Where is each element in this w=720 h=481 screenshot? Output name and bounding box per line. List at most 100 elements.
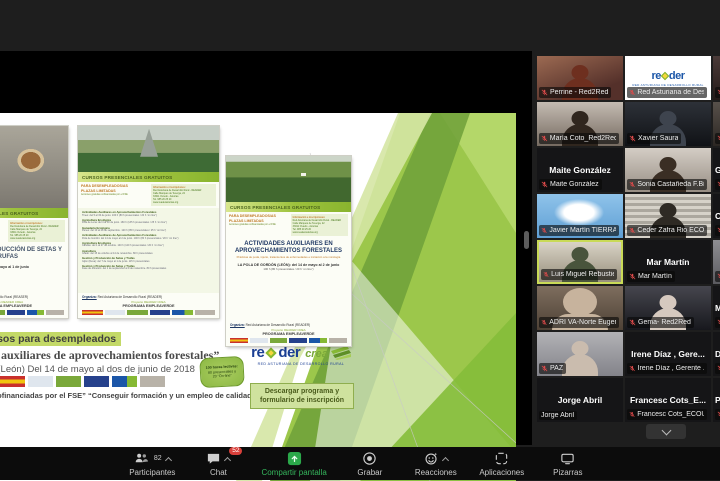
participant-name-label: Cr xyxy=(715,225,720,236)
toolbar-apps-button[interactable]: Aplicaciones xyxy=(479,451,525,477)
logos-row xyxy=(0,376,165,387)
muted-mic-icon xyxy=(629,180,635,189)
partner-logo xyxy=(0,310,5,315)
partner-logo xyxy=(28,376,53,387)
muted-mic-icon xyxy=(541,134,548,143)
course-date-line: La Pola de Gordón (León) Del 14 de mayo … xyxy=(0,364,195,375)
chevron-up-icon[interactable] xyxy=(442,456,449,463)
partner-logo xyxy=(195,310,216,315)
toolbar-reactions-button[interactable]: Reacciones xyxy=(413,451,459,477)
partner-logo xyxy=(309,338,327,343)
muted-mic-icon xyxy=(541,364,548,373)
participant-tile[interactable]: Di xyxy=(713,240,720,284)
record-icon xyxy=(362,451,377,466)
participant-tile[interactable]: Jorge AbrilJorge Abril xyxy=(537,378,623,422)
participant-name-label: Ra xyxy=(715,87,720,98)
people-icon xyxy=(134,451,149,466)
toolbar-share-button[interactable]: Compartir pantalla xyxy=(261,451,326,477)
participant-tile[interactable]: Mar MartínMar Martín xyxy=(625,240,711,284)
participant-name-label: Xavier Saura xyxy=(627,133,681,144)
partner-logo xyxy=(46,310,64,315)
person-silhouette xyxy=(562,354,598,376)
muted-mic-icon xyxy=(541,226,547,235)
toolbar-whiteboard-button[interactable]: Pizarras xyxy=(545,451,591,477)
emoji-icon xyxy=(424,451,439,466)
participant-name-label: MI xyxy=(715,317,720,328)
participant-name: María Coto_Red2Red xyxy=(550,135,616,142)
toolbar-participants-button[interactable]: 82Participantes xyxy=(129,451,175,477)
participant-tile[interactable]: rederRed Asturiana de Desarrollo RuralRe… xyxy=(625,56,711,100)
participant-name-label: Perrine - Red2Red xyxy=(539,87,611,98)
chat-icon xyxy=(206,451,221,466)
participant-tile[interactable]: Javier Martín TIERRA... xyxy=(537,194,623,238)
participant-tile[interactable]: Francesc Cots_E...Francesc Cots_ECOU... xyxy=(625,378,711,422)
participant-name: Red Asturiana de Des... xyxy=(637,89,704,96)
participant-name: Francesc Cots_ECOU... xyxy=(637,411,704,418)
participant-tile[interactable]: PaPa xyxy=(713,378,720,422)
participant-tile[interactable]: Ma xyxy=(713,102,720,146)
fse-quote-line: “Acciones gratuitas cofinanciadas por el… xyxy=(0,391,256,400)
poster-header: CURSOS PRESENCIALES GRATUITOS xyxy=(78,172,219,182)
toolbar-label: Chat xyxy=(210,468,227,477)
partner-logo xyxy=(172,310,193,315)
muted-mic-icon xyxy=(629,410,635,419)
participant-tile[interactable]: DADA xyxy=(713,332,720,376)
muted-mic-icon xyxy=(541,88,548,97)
panel-resize-handle[interactable] xyxy=(524,231,529,249)
partner-logo xyxy=(250,338,268,343)
partner-logo xyxy=(7,310,25,315)
participant-tile[interactable]: Ra xyxy=(713,56,720,100)
forest-photo xyxy=(226,156,351,202)
participant-name-label: Javier Martín TIERRA... xyxy=(539,225,619,236)
participant-name-label: Sonia Castañeda F.Bi... xyxy=(627,179,707,190)
poster-header: CURSOS PRESENCIALES GRATUITOS xyxy=(226,202,351,212)
reader-logo-subtitle: Red Asturiana de Desarrollo Rural xyxy=(248,362,354,366)
participant-name-label: Mar Martín xyxy=(627,271,675,282)
partner-logo xyxy=(289,338,307,343)
participant-tile[interactable]: Maite GonzálezMaite González xyxy=(537,148,623,192)
participant-tile[interactable]: Ceder Zafra Rio ECO... xyxy=(625,194,711,238)
participant-tile[interactable]: Irene Díaz , Gere...Irene Díaz , Gerente… xyxy=(625,332,711,376)
poster-course-title: ACTIVIDADES AUXILIARES EN APROVECHAMIENT… xyxy=(226,238,351,256)
muted-mic-icon xyxy=(543,270,549,279)
muted-mic-icon xyxy=(629,318,636,327)
partner-logo xyxy=(112,376,137,387)
hours-badge: 100 horas lectivas: 80 presenciales y 20… xyxy=(199,356,245,388)
chevron-up-icon[interactable] xyxy=(165,456,172,463)
cloud-video-image xyxy=(554,199,604,225)
participant-name-label: María Coto_Red2Red xyxy=(539,133,619,144)
participant-tile[interactable]: PAZ xyxy=(537,332,623,376)
participant-tile[interactable]: Luis Miguel Rebustiello xyxy=(537,240,623,284)
muted-mic-icon xyxy=(629,88,635,97)
participant-tile[interactable]: Gema- Red2Red xyxy=(625,286,711,330)
participant-name: Jorge Abril xyxy=(541,412,574,419)
toolbar-record-button[interactable]: Grabar xyxy=(347,451,393,477)
participants-count: 82 xyxy=(154,455,162,462)
gallery-scroll-down-button[interactable] xyxy=(646,424,686,439)
partner-logo xyxy=(230,338,248,343)
partner-logo xyxy=(150,310,171,315)
participant-name-label: Ma xyxy=(715,133,720,144)
poster-course-title: GESTIÓN Y PRODUCCIÓN DE SETAS Y TRUFAS xyxy=(0,244,68,262)
participant-tile[interactable]: MIMI xyxy=(713,286,720,330)
chevron-up-icon[interactable] xyxy=(224,456,231,463)
participant-name-label: ADRI VA-Norte Eugen... xyxy=(539,317,619,328)
muted-mic-icon xyxy=(629,226,635,235)
participant-tile[interactable]: Perrine - Red2Red xyxy=(537,56,623,100)
crea-script-text: crea xyxy=(305,348,328,360)
reader-diamond-icon xyxy=(266,347,277,358)
participant-tile[interactable]: Xavier Saura xyxy=(625,102,711,146)
participant-tile[interactable]: CrisCr xyxy=(713,194,720,238)
participant-tile[interactable]: GERGE xyxy=(713,148,720,192)
share-icon xyxy=(287,451,302,466)
participant-name-label: Ceder Zafra Rio ECO... xyxy=(627,225,707,236)
participant-name-label: Irene Díaz , Gerente ... xyxy=(627,363,707,374)
participant-tile[interactable]: Sonia Castañeda F.Bi... xyxy=(625,148,711,192)
course-poster: CURSOS PRESENCIALES GRATUITOSPARA DESEMP… xyxy=(226,156,351,346)
muted-mic-icon xyxy=(541,180,548,189)
participant-tile[interactable]: María Coto_Red2Red xyxy=(537,102,623,146)
toolbar-chat-button[interactable]: 52Chat xyxy=(195,451,241,477)
participant-name-label: DA xyxy=(715,363,720,374)
participant-tile[interactable]: ADRI VA-Norte Eugen... xyxy=(537,286,623,330)
participant-name-label: Jorge Abril xyxy=(539,411,577,420)
